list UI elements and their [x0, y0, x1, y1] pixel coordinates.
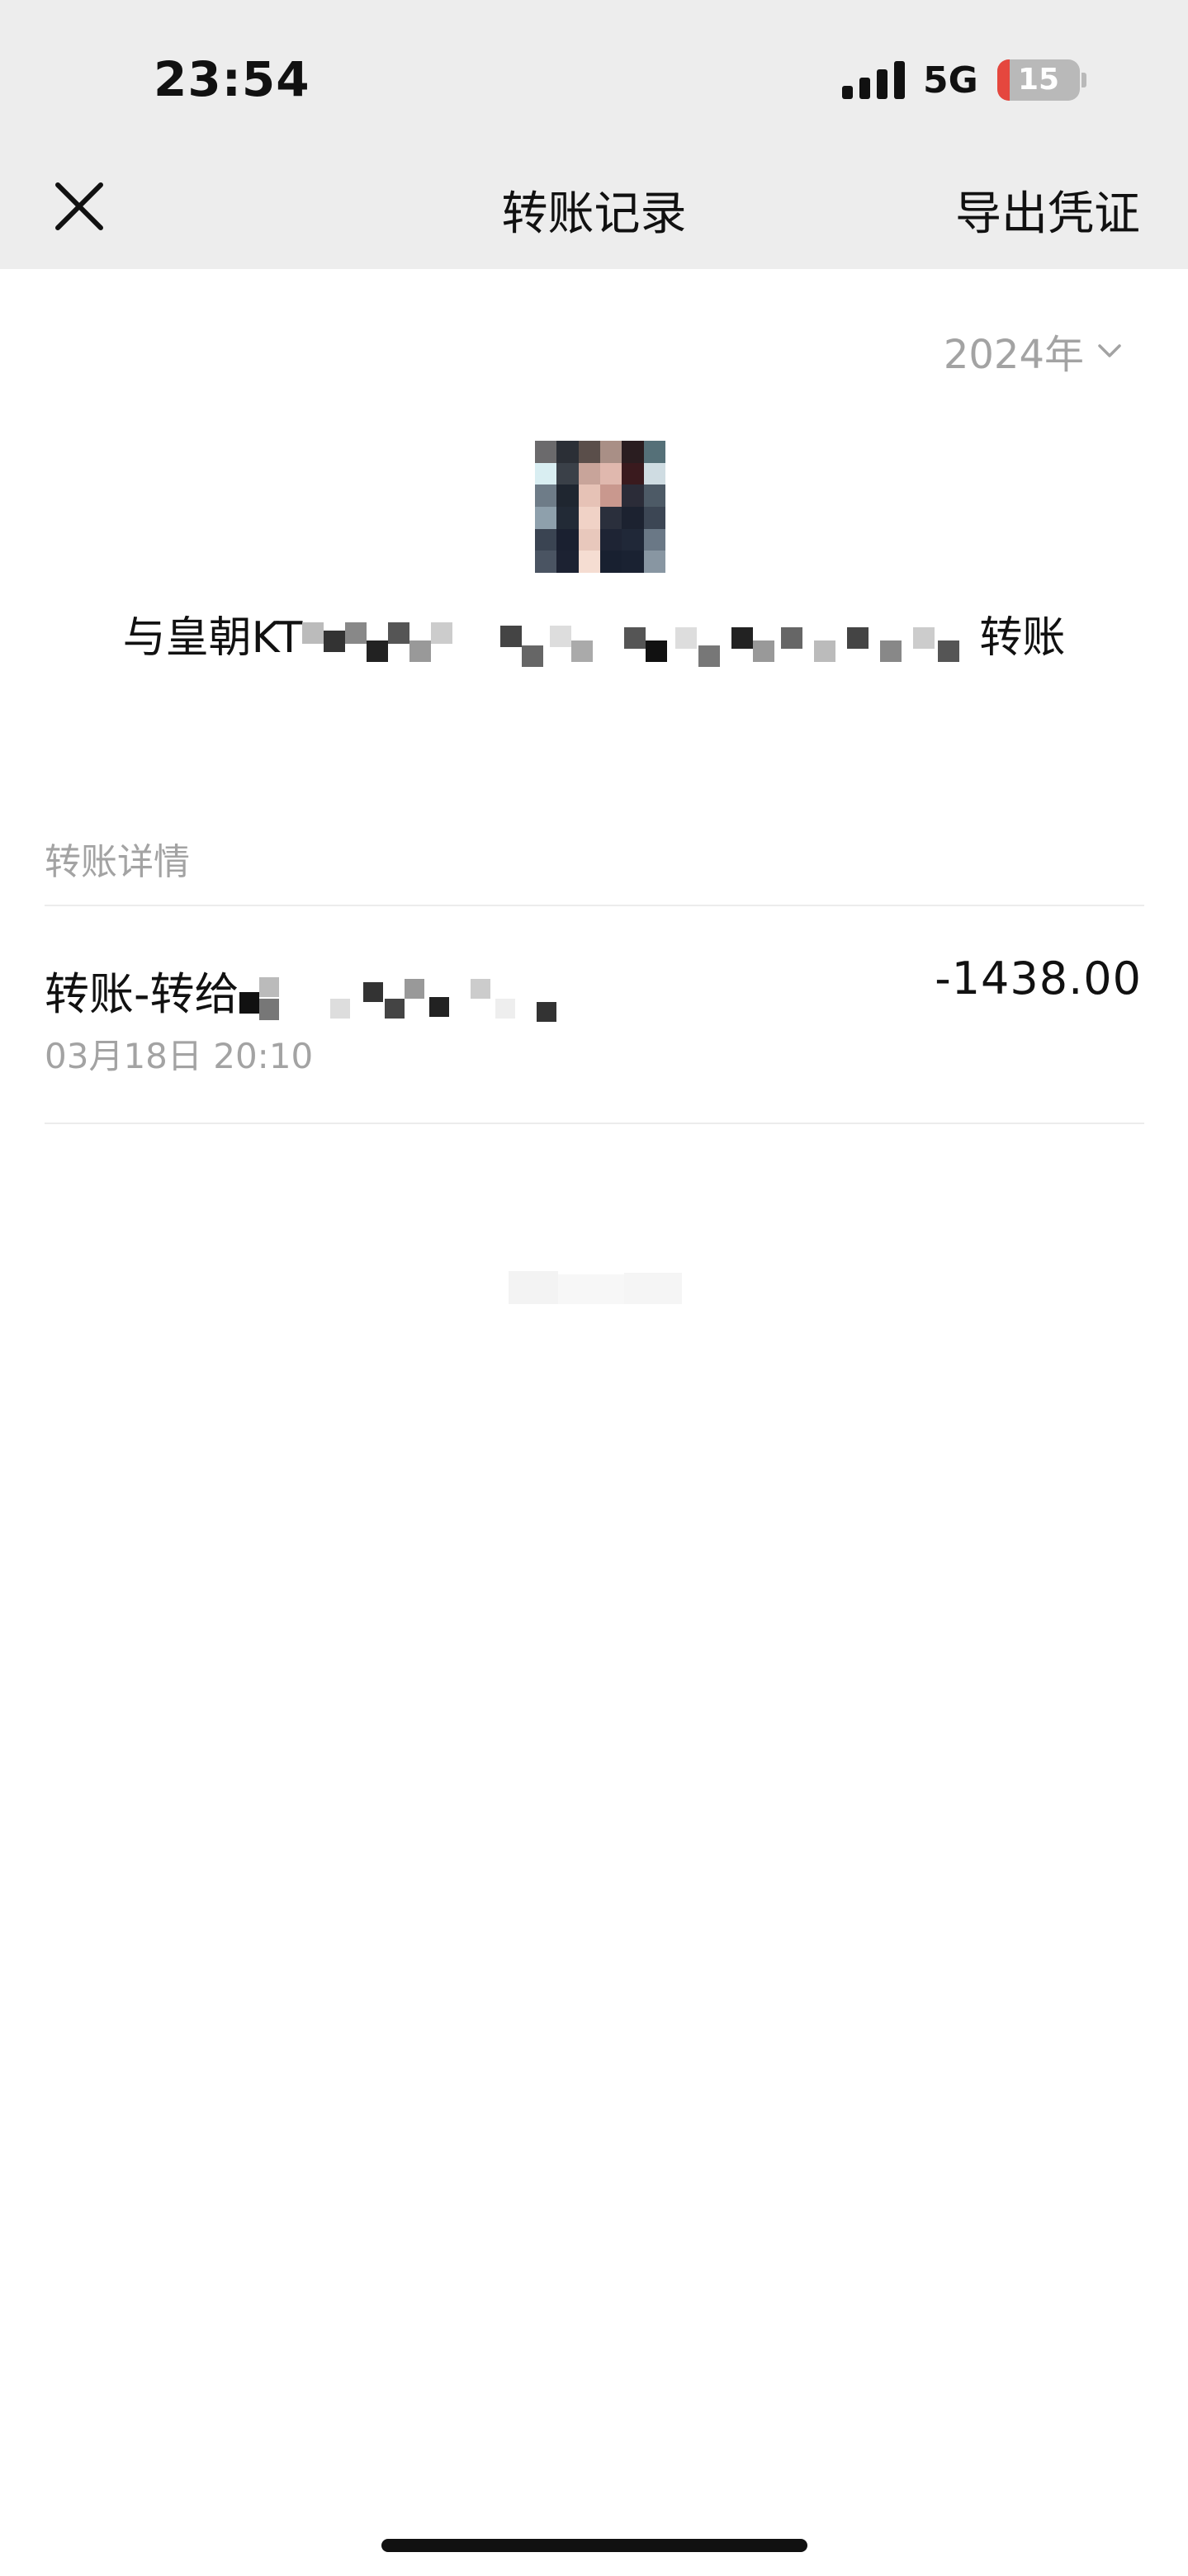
counterpart-name-suffix: 转账 [979, 613, 1066, 663]
export-voucher-button[interactable]: 导出凭证 [955, 177, 1140, 243]
counterpart-name-prefix: 与皇朝KT [122, 613, 303, 663]
avatar [535, 441, 665, 573]
section-label: 转账详情 [45, 841, 190, 883]
battery-level: 15 [1017, 63, 1060, 97]
home-indicator[interactable] [381, 2539, 807, 2552]
chevron-down-icon [1098, 344, 1121, 357]
redacted-recipient [239, 974, 603, 1023]
redacted-faint-text [509, 1268, 690, 1309]
year-label: 2024年 [943, 332, 1084, 378]
record-title-text: 转账-转给 [45, 968, 239, 1020]
record-time: 03月18日 20:10 [45, 1036, 314, 1076]
record-amount: -1438.00 [935, 952, 1142, 1004]
top-bar: 23:54 5G 15 转账记录 导出凭证 [0, 0, 1188, 269]
year-filter-dropdown[interactable]: 2024年 [944, 322, 1122, 380]
battery-cap [1082, 73, 1086, 87]
signal-strength-icon [842, 61, 906, 99]
status-time: 23:54 [154, 51, 310, 107]
record-title: 转账-转给 [45, 957, 603, 1023]
battery-icon: 15 [997, 59, 1080, 101]
redacted-name [302, 616, 979, 667]
transfer-record-row[interactable]: 转账-转给 03月18日 20:10 -1438.00 [0, 906, 1188, 1123]
counterpart-line: 与皇朝KT 转账 [0, 603, 1188, 667]
divider [45, 1123, 1144, 1124]
network-type: 5G [923, 59, 978, 102]
